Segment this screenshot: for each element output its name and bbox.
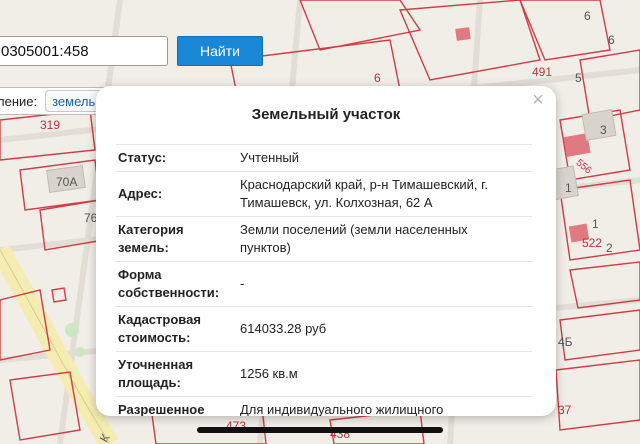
attr-value: Земли поселений (земли населенных пунктов…: [232, 216, 532, 262]
search-button[interactable]: Найти: [177, 36, 263, 66]
attr-key: Форма собственности:: [116, 261, 232, 307]
table-row: Форма собственности: -: [116, 261, 532, 307]
attribute-table: Статус: Учтенный Адрес: Краснодарский кр…: [116, 144, 532, 416]
attr-key: Разрешенное: [116, 396, 232, 416]
layer-label: ление:: [0, 93, 38, 109]
map-label: 6: [584, 9, 591, 23]
attr-key: Категория земель:: [116, 216, 232, 262]
attr-value: Для индивидуального жилищного: [232, 396, 532, 416]
parcel-info-popup: Земельный участок × Статус: Учтенный Адр…: [96, 86, 556, 416]
attr-value: -: [232, 261, 532, 307]
table-row: Статус: Учтенный: [116, 144, 532, 172]
map-label: 3: [600, 123, 607, 137]
attr-key: Кадастровая стоимость:: [116, 306, 232, 352]
table-row: Адрес: Краснодарский край, р-н Тимашевск…: [116, 171, 532, 217]
attr-value: Краснодарский край, р-н Тимашевский, г. Т…: [232, 171, 532, 217]
attr-key: Уточненная площадь:: [116, 351, 232, 397]
map-label: 1: [592, 217, 599, 231]
map-label: 4Б: [558, 335, 573, 349]
map-label: 522: [582, 236, 602, 250]
search-input[interactable]: [0, 36, 168, 66]
map-label: 37: [558, 403, 572, 417]
attr-value: Учтенный: [232, 144, 532, 172]
attr-value: 614033.28 руб: [232, 306, 532, 352]
table-row: Разрешенное Для индивидуального жилищног…: [116, 396, 532, 416]
attr-key: Адрес:: [116, 171, 232, 217]
table-row: Уточненная площадь: 1256 кв.м: [116, 351, 532, 397]
map-label: 2: [606, 241, 613, 255]
map-label: 70А: [56, 175, 77, 189]
home-indicator: [197, 427, 443, 433]
table-row: Кадастровая стоимость: 614033.28 руб: [116, 306, 532, 352]
attr-key: Статус:: [116, 144, 232, 172]
table-row: Категория земель: Земли поселений (земли …: [116, 216, 532, 262]
attr-value: 1256 кв.м: [232, 351, 532, 397]
map-label: 6: [374, 71, 381, 85]
map-label: 5: [575, 71, 582, 85]
map-label: 319: [40, 118, 60, 132]
close-icon[interactable]: ×: [528, 90, 548, 110]
popup-title: Земельный участок: [251, 106, 401, 123]
map-label: 6: [608, 33, 615, 47]
map-label: 1: [565, 181, 572, 195]
map-label: 491: [532, 65, 552, 79]
